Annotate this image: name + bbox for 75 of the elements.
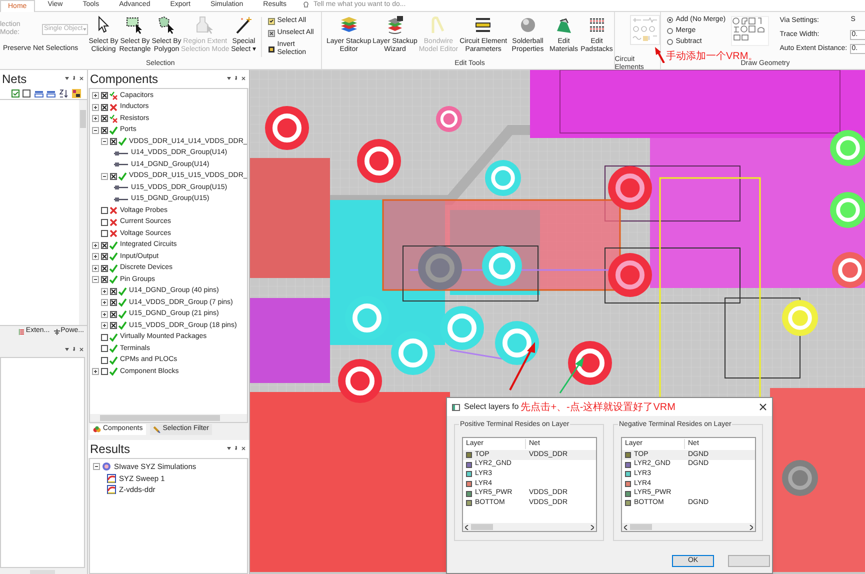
wand-icon <box>234 15 254 35</box>
arrow-icon <box>508 342 538 392</box>
arrow-icon <box>655 47 665 63</box>
collapse-icon[interactable] <box>101 138 108 146</box>
scrollbar[interactable] <box>463 523 596 531</box>
panel-controls-icon[interactable] <box>227 76 247 82</box>
expand-icon[interactable] <box>101 322 108 330</box>
checkbox[interactable] <box>101 345 108 352</box>
unselect-all-icon <box>268 30 276 36</box>
checkbox[interactable] <box>101 230 108 238</box>
window-icon <box>452 404 460 410</box>
invert-selection-icon <box>268 46 276 52</box>
panel-controls-icon[interactable] <box>65 347 85 353</box>
checkbox[interactable] <box>101 115 108 122</box>
expand-icon[interactable] <box>101 288 108 295</box>
checkbox[interactable] <box>101 126 108 134</box>
checkbox[interactable] <box>110 172 117 180</box>
checkbox[interactable] <box>101 264 108 272</box>
filter-icon <box>152 426 161 432</box>
select-all-icon <box>268 18 276 24</box>
checkbox[interactable] <box>110 138 117 146</box>
checkbox[interactable] <box>101 253 108 260</box>
checkbox[interactable] <box>101 207 108 214</box>
checkbox[interactable] <box>101 334 108 341</box>
collapse-icon[interactable] <box>93 463 100 470</box>
expand-icon[interactable] <box>92 115 99 122</box>
expand-icon[interactable] <box>92 104 99 111</box>
panel-title: Nets <box>2 71 27 88</box>
annotation-text: 先点击+、-点-这样就设置好了VRM <box>520 402 676 412</box>
scrollbar[interactable] <box>79 100 87 325</box>
scroll-right-icon[interactable] <box>590 524 594 530</box>
power-icon <box>54 328 60 334</box>
checkbox[interactable] <box>110 322 117 330</box>
panel-controls-icon[interactable] <box>65 76 85 82</box>
scroll-left-icon[interactable] <box>624 524 628 530</box>
circuit-element-icon <box>473 15 494 35</box>
checkbox[interactable] <box>101 242 108 249</box>
scroll-left-icon[interactable] <box>465 524 469 530</box>
close-icon[interactable] <box>759 403 767 411</box>
polygon-select-icon <box>156 15 177 35</box>
collapse-icon[interactable] <box>92 276 99 284</box>
checkbox[interactable] <box>101 92 108 100</box>
expand-icon[interactable] <box>92 242 99 249</box>
scrollbar[interactable] <box>90 414 247 422</box>
expand-icon[interactable] <box>92 92 99 100</box>
expand-icon[interactable] <box>101 310 108 318</box>
expand-icon[interactable] <box>92 253 99 260</box>
checkbox[interactable] <box>110 310 117 318</box>
panel-title: Results <box>90 441 130 458</box>
components-icon <box>93 426 101 432</box>
checkbox[interactable] <box>101 276 108 284</box>
panel-controls-icon[interactable] <box>227 446 247 452</box>
scroll-right-icon[interactable] <box>749 524 753 530</box>
collapse-icon[interactable] <box>101 172 108 180</box>
region-select-icon <box>195 15 216 35</box>
checkbox[interactable] <box>101 356 108 364</box>
lightbulb-icon <box>303 1 310 9</box>
checkbox[interactable] <box>110 288 117 295</box>
collapse-icon[interactable] <box>92 126 99 134</box>
expand-icon[interactable] <box>92 264 99 272</box>
layer-stack-icon <box>338 15 359 35</box>
scrollbar[interactable] <box>622 523 755 531</box>
dropdown-caret-icon <box>82 28 86 30</box>
checkbox[interactable] <box>110 299 117 306</box>
sweep-result-icon <box>107 474 116 483</box>
expand-icon[interactable] <box>101 299 108 306</box>
checkbox[interactable] <box>101 218 108 226</box>
simulation-icon <box>102 462 111 472</box>
checkbox[interactable] <box>101 368 108 376</box>
panel-title: Components <box>90 71 158 88</box>
sweep-result-icon <box>107 485 116 494</box>
extent-icon <box>18 328 25 334</box>
checkbox[interactable] <box>101 104 108 111</box>
dialog-title: Select layers fo <box>464 401 519 413</box>
expand-icon[interactable] <box>92 368 99 376</box>
